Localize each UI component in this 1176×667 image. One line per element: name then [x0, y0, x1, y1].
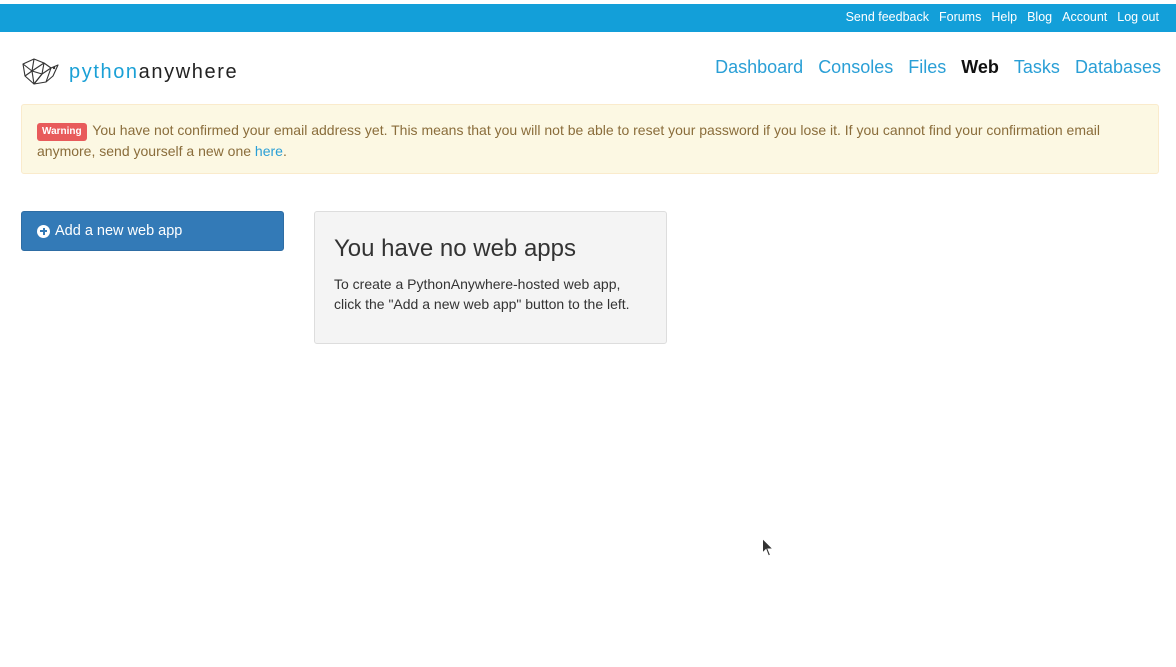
send-feedback-link[interactable]: Send feedback	[846, 10, 929, 24]
description-line-1: To create a PythonAnywhere-hosted web ap…	[334, 276, 621, 293]
logo-text-anywhere: anywhere	[138, 61, 239, 83]
logout-link[interactable]: Log out	[1117, 10, 1159, 24]
plus-circle-icon	[37, 224, 50, 238]
add-new-web-app-button[interactable]: Add a new web app	[21, 211, 284, 251]
forums-link[interactable]: Forums	[939, 10, 981, 24]
help-link[interactable]: Help	[991, 10, 1017, 24]
mouse-pointer-icon	[762, 537, 775, 557]
nav-dashboard[interactable]: Dashboard	[715, 57, 803, 78]
pythonanywhere-logo-icon	[21, 56, 61, 88]
account-link[interactable]: Account	[1062, 10, 1107, 24]
email-warning-alert: Warning You have not confirmed your emai…	[21, 104, 1159, 174]
site-logo[interactable]: pythonanywhere	[21, 56, 238, 88]
warning-message: You have not confirmed your email addres…	[37, 122, 1101, 159]
nav-tasks[interactable]: Tasks	[1014, 57, 1060, 78]
warning-badge: Warning	[37, 123, 87, 141]
blog-link[interactable]: Blog	[1027, 10, 1052, 24]
nav-files[interactable]: Files	[908, 57, 946, 78]
no-web-apps-title: You have no web apps	[334, 235, 576, 262]
logo-wordmark: pythonanywhere	[69, 62, 238, 82]
resend-confirmation-link[interactable]: here	[255, 143, 283, 159]
add-new-web-app-label: Add a new web app	[55, 223, 183, 239]
warning-suffix: .	[282, 143, 287, 159]
logo-text-python: python	[69, 61, 139, 83]
top-bar: Send feedback Forums Help Blog Account L…	[0, 4, 1176, 32]
no-web-apps-panel: You have no web apps To create a PythonA…	[314, 211, 667, 344]
main-nav: Dashboard Consoles Files Web Tasks Datab…	[700, 57, 1161, 78]
description-line-2: click the "Add a new web app" button to …	[334, 296, 630, 313]
nav-databases[interactable]: Databases	[1075, 57, 1161, 78]
top-links: Send feedback Forums Help Blog Account L…	[836, 10, 1159, 24]
nav-consoles[interactable]: Consoles	[818, 57, 893, 78]
no-web-apps-description: To create a PythonAnywhere-hosted web ap…	[334, 274, 647, 314]
nav-web[interactable]: Web	[961, 57, 999, 78]
